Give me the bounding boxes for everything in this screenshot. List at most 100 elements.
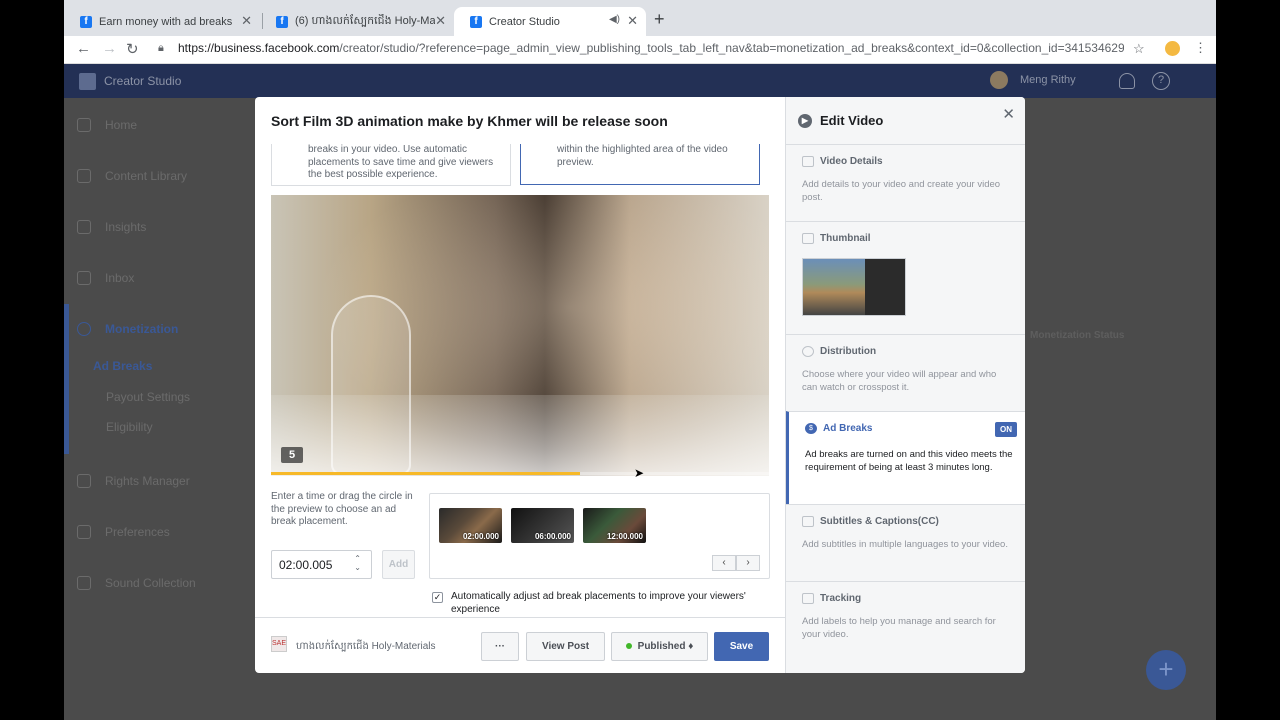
- sidebar-item-home[interactable]: Home: [77, 118, 137, 132]
- ad-break-thumb[interactable]: 12:00.000: [583, 508, 646, 543]
- sidebar-active-indicator: [64, 304, 69, 454]
- back-icon[interactable]: ←: [76, 40, 91, 57]
- section-video-details[interactable]: Video Details Add details to your video …: [786, 144, 1025, 221]
- insights-icon: [77, 220, 91, 234]
- add-button[interactable]: Add: [382, 550, 415, 579]
- modal-footer: SAE ហាងលក់ស្បែកជើង Holy-Materials ··· Vi…: [255, 617, 785, 673]
- time-stepper[interactable]: ⌃ ⌄: [354, 554, 361, 572]
- facebook-icon: f: [470, 15, 482, 28]
- dollar-icon: $: [805, 423, 817, 434]
- play-icon: ▶: [798, 113, 812, 128]
- close-tab-icon[interactable]: ✕: [627, 13, 638, 29]
- section-subtitles[interactable]: Subtitles & Captions(CC) Add subtitles i…: [786, 504, 1025, 581]
- app-title: Creator Studio: [104, 74, 182, 88]
- video-title: Sort Film 3D animation make by Khmer wil…: [271, 113, 668, 129]
- home-icon: [77, 118, 91, 132]
- close-tab-icon[interactable]: ✕: [241, 13, 252, 29]
- published-dropdown[interactable]: Published ♦: [611, 632, 708, 661]
- preferences-icon: [77, 525, 91, 539]
- section-distribution[interactable]: Distribution Choose where your video wil…: [786, 334, 1025, 411]
- user-name[interactable]: Meng Rithy: [1020, 74, 1076, 86]
- browser-tab[interactable]: f Earn money with ad breaks ✕: [64, 7, 260, 36]
- close-icon[interactable]: ✕: [1002, 105, 1015, 123]
- sidebar-item-monetization[interactable]: Monetization: [77, 322, 178, 336]
- edit-video-modal: Sort Film 3D animation make by Khmer wil…: [255, 97, 1025, 673]
- sidebar-item-rights-manager[interactable]: Rights Manager: [77, 474, 190, 488]
- help-text: Enter a time or drag the circle in the p…: [271, 491, 413, 527]
- tag-icon: [802, 593, 814, 604]
- close-tab-icon[interactable]: ✕: [435, 13, 446, 29]
- avatar[interactable]: [990, 71, 1008, 89]
- ad-break-thumb[interactable]: 06:00.000: [511, 508, 574, 543]
- facebook-logo-icon: [79, 73, 96, 90]
- add-fab-button[interactable]: +: [1146, 650, 1186, 690]
- checkbox-icon[interactable]: ✓: [432, 592, 443, 603]
- progress-fill: [271, 472, 580, 475]
- section-ad-breaks[interactable]: $ Ad Breaks ON Ad breaks are turned on an…: [786, 411, 1025, 504]
- rights-icon: [77, 474, 91, 488]
- status-dot: [625, 643, 632, 649]
- save-button[interactable]: Save: [714, 632, 769, 661]
- video-progress-bar[interactable]: [271, 472, 769, 475]
- tab-bar: f Earn money with ad breaks ✕ f (6) ហាងល…: [64, 0, 1216, 36]
- distribution-icon: [802, 346, 814, 357]
- sound-icon: [77, 576, 91, 590]
- bell-icon[interactable]: [1119, 73, 1135, 89]
- lock-icon: 🔒︎: [158, 42, 164, 54]
- forward-icon[interactable]: →: [102, 40, 117, 57]
- next-page-button[interactable]: ›: [736, 555, 760, 571]
- reload-icon[interactable]: ↻: [126, 40, 139, 58]
- extension-icon[interactable]: [1165, 41, 1180, 56]
- address-bar: ← → ↻ 🔒︎ https://business.facebook.com/c…: [64, 36, 1216, 64]
- sidebar-item-ad-breaks[interactable]: Ad Breaks: [93, 359, 152, 373]
- section-thumbnail[interactable]: Thumbnail: [786, 221, 1025, 334]
- status-badge: ON: [995, 422, 1017, 437]
- image-icon: [802, 233, 814, 244]
- thumbnail-image[interactable]: [802, 258, 906, 316]
- mouse-cursor: ➤: [634, 466, 645, 480]
- option-automatic[interactable]: breaks in your video. Use automatic plac…: [271, 144, 511, 186]
- time-input[interactable]: 02:00.005 ⌃ ⌄: [271, 550, 372, 579]
- panel-title: Edit Video: [820, 113, 884, 128]
- new-tab-icon[interactable]: +: [654, 9, 665, 30]
- option-manual[interactable]: within the highlighted area of the video…: [520, 144, 760, 185]
- sidebar-item-payout-settings[interactable]: Payout Settings: [106, 390, 190, 404]
- tab-title: Earn money with ad breaks: [99, 15, 233, 28]
- sidebar-item-inbox[interactable]: Inbox: [77, 271, 134, 285]
- sidebar-item-eligibility[interactable]: Eligibility: [106, 420, 153, 434]
- bookmark-star-icon[interactable]: ☆: [1133, 41, 1145, 57]
- ad-break-thumb[interactable]: 02:00.000: [439, 508, 502, 543]
- auto-adjust-checkbox[interactable]: ✓ Automatically adjust ad break placemen…: [432, 591, 761, 616]
- status-label: Monetization Status: [1030, 330, 1125, 341]
- facebook-icon: f: [80, 15, 92, 28]
- inbox-icon: [77, 271, 91, 285]
- browser-tab[interactable]: f (6) ហាងលក់ស្បែកជើង Holy-Mate ✕: [260, 7, 454, 36]
- audio-icon[interactable]: ◀): [609, 14, 620, 25]
- menu-icon[interactable]: ⋮: [1194, 40, 1207, 56]
- prev-page-button[interactable]: ‹: [712, 555, 736, 571]
- edit-video-panel: ▶ Edit Video ✕ Video Details Add details …: [785, 97, 1025, 673]
- tab-title: (6) ហាងលក់ស្បែកជើង Holy-Mate: [295, 14, 435, 27]
- view-post-button[interactable]: View Post: [526, 632, 605, 661]
- sidebar-item-sound-collection[interactable]: Sound Collection: [77, 576, 196, 590]
- dollar-icon: [77, 322, 91, 336]
- help-icon[interactable]: ?: [1152, 72, 1170, 90]
- section-tracking[interactable]: Tracking Add labels to help you manage a…: [786, 581, 1025, 673]
- cc-icon: [802, 516, 814, 527]
- url-field[interactable]: https://business.facebook.com/creator/st…: [178, 41, 1124, 55]
- sidebar-item-content-library[interactable]: Content Library: [77, 169, 187, 183]
- sidebar-item-preferences[interactable]: Preferences: [77, 525, 170, 539]
- app-header: Creator Studio Meng Rithy ?: [64, 64, 1216, 98]
- more-button[interactable]: ···: [481, 632, 519, 661]
- browser-window: f Earn money with ad breaks ✕ f (6) ហាងល…: [64, 0, 1216, 720]
- details-icon: [802, 156, 814, 167]
- ad-break-count-badge: 5: [281, 447, 304, 463]
- auto-adjust-label: Automatically adjust ad break placements…: [451, 591, 746, 615]
- browser-tab-active[interactable]: f Creator Studio ◀) ✕: [454, 7, 646, 36]
- sidebar-item-insights[interactable]: Insights: [77, 220, 146, 234]
- page-logo-icon: SAE: [271, 636, 287, 652]
- creator-studio-page: Creator Studio Meng Rithy ? Home Content…: [64, 64, 1216, 720]
- time-value: 02:00.005: [279, 558, 333, 572]
- placement-options: breaks in your video. Use automatic plac…: [271, 144, 769, 186]
- video-preview[interactable]: 5: [271, 195, 769, 476]
